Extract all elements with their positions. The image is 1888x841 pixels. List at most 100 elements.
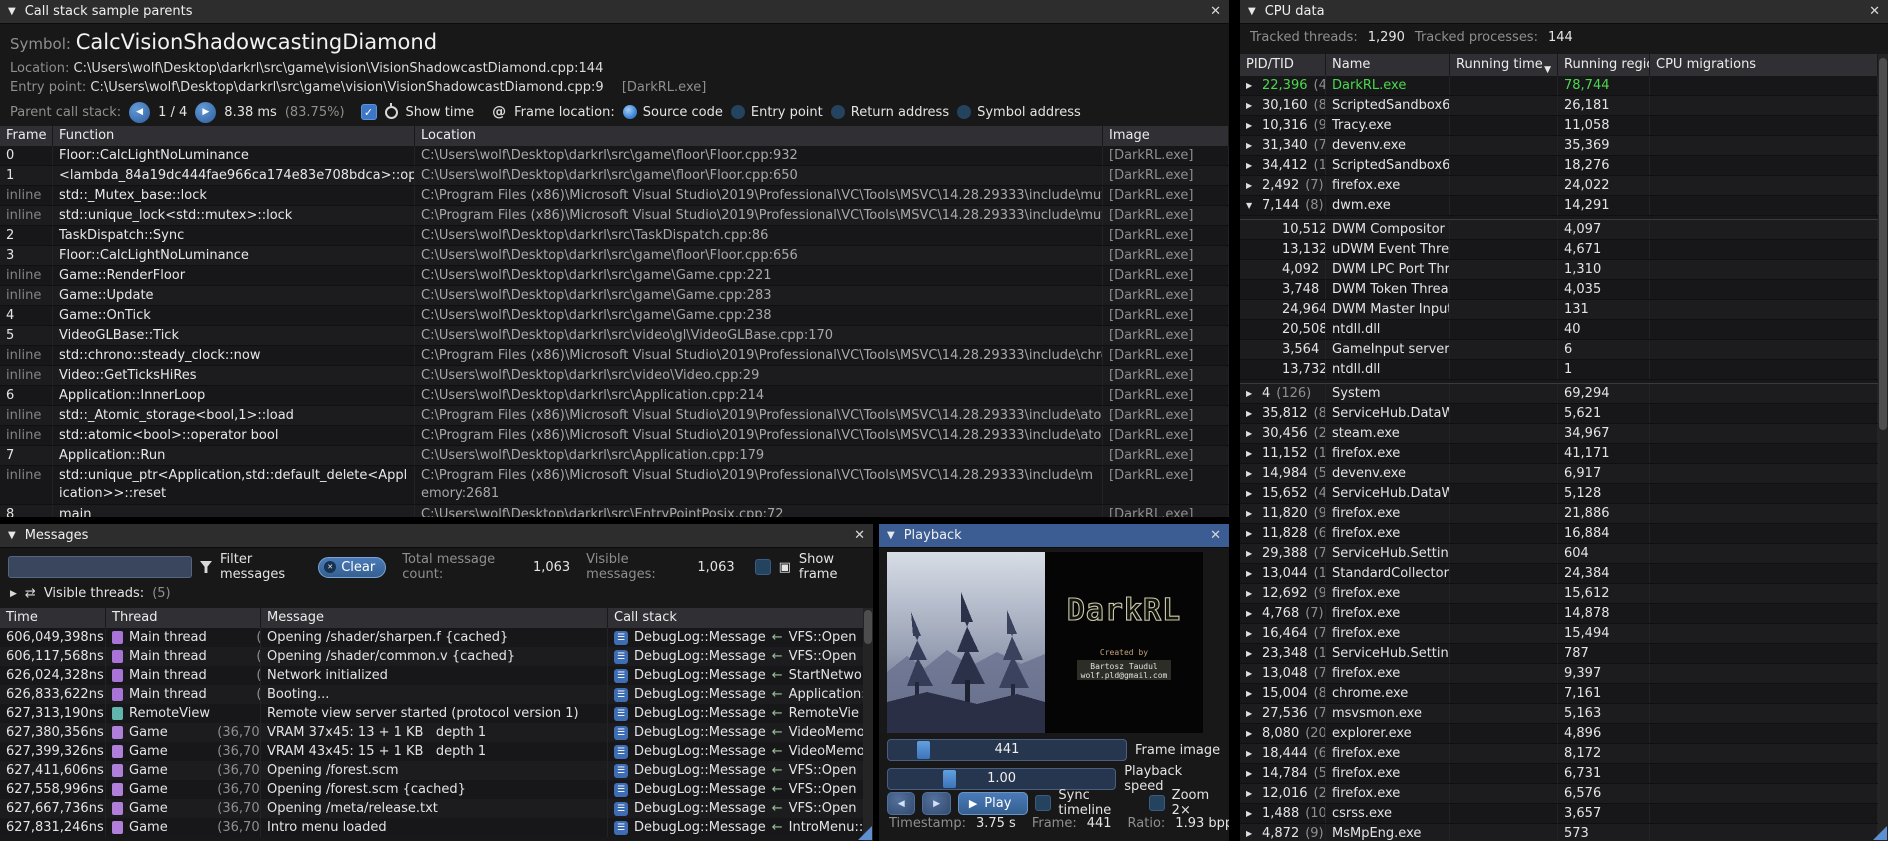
expand-icon[interactable]: ▶ (1246, 156, 1256, 175)
col-cpu-migrations[interactable]: CPU migrations (1650, 54, 1878, 76)
callstack-cell[interactable]: ☰ DebugLog::Message ← VFS::Open (608, 799, 873, 818)
cpu-row[interactable]: ▶ 29,388 (77) ServiceHub.SettingsHost 27… (1240, 544, 1878, 564)
col-time[interactable]: Time (0, 608, 106, 628)
cpu-row[interactable]: ▶ 23,348 (106) ServiceHub.SettingsHost 1… (1240, 644, 1878, 664)
cpu-row[interactable]: ▼ 7,144 (8) dwm.exe 1.66 s (7.18%) 14,29… (1240, 196, 1878, 216)
callstack-row[interactable]: 8 main C:\Users\wolf\Desktop\darkrl\src\… (0, 505, 1229, 517)
scrollbar-thumb[interactable] (864, 610, 872, 644)
message-row[interactable]: 627,831,246ns Game (36,704) Intro menu l… (0, 818, 873, 837)
expand-icon[interactable]: ▶ (1246, 464, 1256, 483)
callstack-row[interactable]: 3 Floor::CalcLightNoLuminance C:\Users\w… (0, 246, 1229, 266)
cpu-row[interactable]: ▶ 30,160 (84) ScriptedSandbox64.exe 2.51… (1240, 96, 1878, 116)
cpu-row[interactable]: ▶ 15,004 (8) chrome.exe 147 ms (0.64%) 7… (1240, 684, 1878, 704)
expand-icon[interactable]: ▶ (1246, 544, 1256, 563)
messages-scrollbar[interactable] (863, 608, 873, 841)
expand-icon[interactable]: ▶ (1246, 76, 1256, 95)
callstack-cell[interactable]: ☰ DebugLog::Message ← VFS::Open (608, 761, 873, 780)
callstack-row[interactable]: 1 <lambda_84a19dc444fae966ca174e83e708bd… (0, 166, 1229, 186)
cpu-row[interactable]: ▶ 31,340 (75) devenv.exe 1.91 s (8.26%) … (1240, 136, 1878, 156)
col-pid-tid[interactable]: PID/TID (1240, 54, 1326, 76)
expand-icon[interactable]: ▶ (1246, 504, 1256, 523)
cpu-row[interactable]: ▶ 35,812 (88) ServiceHub.DataWarehouseHo… (1240, 404, 1878, 424)
cpu-row[interactable]: 10,512 DWM Compositor Thread 1.53 s (6.6… (1240, 219, 1878, 240)
cpu-scrollbar[interactable] (1878, 54, 1888, 841)
col-running-time[interactable]: Running time▼ (1450, 54, 1558, 76)
expand-icon[interactable]: ▶ (1246, 564, 1256, 583)
message-row[interactable]: 606,117,568ns Main thread (31,596) Openi… (0, 647, 873, 666)
frame-image-slider[interactable]: 441 (887, 739, 1127, 761)
cpu-row[interactable]: 3,564 GameInput server 69.68 us (0.00%) … (1240, 340, 1878, 360)
frame-location-radio[interactable]: Symbol address (957, 105, 1081, 120)
cpu-row[interactable]: ▶ 30,456 (25) steam.exe 643.61 ms (2.79%… (1240, 424, 1878, 444)
col-frame[interactable]: Frame (0, 126, 53, 146)
callstack-cell[interactable]: ☰ DebugLog::Message ← VFS::Open (608, 628, 873, 647)
message-row[interactable]: 627,313,190ns RemoteView (31,392) Remote… (0, 704, 873, 723)
frame-location-radio[interactable]: Source code (623, 105, 723, 120)
cpu-row[interactable]: ▶ 10,316 (9) Tracy.exe 2.18 s (9.45%) 11… (1240, 116, 1878, 136)
cpu-row[interactable]: ▶ 2,492 (7) firefox.exe 1.71 s (7.42%) 2… (1240, 176, 1878, 196)
callstack-row[interactable]: 2 TaskDispatch::Sync C:\Users\wolf\Deskt… (0, 226, 1229, 246)
cpu-row[interactable]: ▶ 14,984 (50) devenv.exe 584.69 ms (2.53… (1240, 464, 1878, 484)
expand-icon[interactable]: ▶ (1246, 624, 1256, 643)
prev-parent-button[interactable]: ◀ (129, 102, 150, 123)
cpu-row[interactable]: ▶ 13,044 (10) StandardCollector.Service … (1240, 564, 1878, 584)
expand-icon[interactable]: ▶ (1246, 116, 1256, 135)
expand-icon[interactable]: ▶ (1246, 444, 1256, 463)
expand-icon[interactable]: ▶ (1246, 764, 1256, 783)
message-row[interactable]: 626,833,622ns Main thread (31,596) Booti… (0, 685, 873, 704)
sync-timeline-checkbox[interactable] (1035, 795, 1051, 811)
callstack-row[interactable]: inline std::unique_ptr<Application,std::… (0, 466, 1229, 505)
show-time-checkbox[interactable]: ✓ (361, 104, 377, 120)
expand-icon[interactable]: ▶ (1246, 424, 1256, 443)
collapse-icon[interactable]: ▼ (887, 530, 895, 541)
cpu-row[interactable]: ▶ 11,820 (9) firefox.exe 346.58 ms (1.50… (1240, 504, 1878, 524)
cpu-row[interactable]: 4,092 DWM LPC Port Thread 29.16 ms (0.13… (1240, 260, 1878, 280)
expand-icon[interactable]: ▶ (1246, 664, 1256, 683)
callstack-row[interactable]: inline std::atomic<bool>::operator bool … (0, 426, 1229, 446)
expand-icon[interactable]: ▶ (1246, 176, 1256, 195)
expand-icon[interactable]: ▶ (1246, 524, 1256, 543)
col-function[interactable]: Function (53, 126, 415, 146)
cpu-row[interactable]: 24,964 DWM Master Input Thread 5.03 ms (… (1240, 300, 1878, 320)
close-icon[interactable]: ✕ (854, 528, 865, 543)
close-icon[interactable]: ✕ (1210, 4, 1221, 19)
scrollbar-thumb[interactable] (1879, 58, 1887, 430)
callstack-row[interactable]: 6 Application::InnerLoop C:\Users\wolf\D… (0, 386, 1229, 406)
collapse-icon[interactable]: ▼ (1248, 6, 1256, 17)
callstack-row[interactable]: inline Game::RenderFloor C:\Users\wolf\D… (0, 266, 1229, 286)
collapse-icon[interactable]: ▼ (8, 530, 16, 541)
close-icon[interactable]: ✕ (1869, 4, 1880, 19)
cpu-row[interactable]: ▶ 15,652 (43) ServiceHub.DataWarehouseHo… (1240, 484, 1878, 504)
frame-location-radio[interactable]: Entry point (731, 105, 823, 120)
expand-icon[interactable]: ▶ (1246, 784, 1256, 803)
expand-icon[interactable]: ▶ (1246, 584, 1256, 603)
callstack-row[interactable]: 7 Application::Run C:\Users\wolf\Desktop… (0, 446, 1229, 466)
cpu-row[interactable]: 13,732 ntdll.dll 5.84 us (0.00%) 1 0 (0.… (1240, 360, 1878, 380)
cpu-row[interactable]: ▶ 11,152 (12) firefox.exe 632.15 ms (2.7… (1240, 444, 1878, 464)
callstack-row[interactable]: inline std::_Mutex_base::lock C:\Program… (0, 186, 1229, 206)
expand-icon[interactable]: ▶ (1246, 824, 1256, 841)
callstack-row[interactable]: inline std::chrono::steady_clock::now C:… (0, 346, 1229, 366)
message-row[interactable]: 627,667,736ns Game (36,704) Opening /met… (0, 799, 873, 818)
callstack-row[interactable]: 4 Game::OnTick C:\Users\wolf\Desktop\dar… (0, 306, 1229, 326)
cpu-row[interactable]: ▶ 27,536 (7) msvsmon.exe 133.45 ms (0.58… (1240, 704, 1878, 724)
col-callstack[interactable]: Call stack (608, 608, 873, 628)
message-row[interactable]: 606,049,398ns Main thread (31,596) Openi… (0, 628, 873, 647)
expand-icon[interactable]: ▶ (1246, 744, 1256, 763)
resize-grip[interactable] (858, 826, 872, 840)
cpu-row[interactable]: ▶ 12,016 (2) firefox.exe 84.89 ms (0.37%… (1240, 784, 1878, 804)
next-parent-button[interactable]: ▶ (195, 102, 216, 123)
frame-location-radio[interactable]: Return address (831, 105, 949, 120)
cpu-row[interactable]: ▶ 16,464 (7) firefox.exe 187 ms (0.81%) … (1240, 624, 1878, 644)
message-row[interactable]: 627,399,326ns Game (36,704) VRAM 43x45: … (0, 742, 873, 761)
callstack-cell[interactable]: ☰ DebugLog::Message ← IntroMenu:: (608, 818, 873, 837)
next-frame-button[interactable]: ▶ (922, 792, 950, 815)
callstack-cell[interactable]: ☰ DebugLog::Message ← VideoMemo (608, 723, 873, 742)
callstack-cell[interactable]: ☰ DebugLog::Message ← VideoMemo (608, 742, 873, 761)
expand-icon[interactable]: ▼ (1246, 196, 1256, 215)
callstack-row[interactable]: inline Video::GetTicksHiRes C:\Users\wol… (0, 366, 1229, 386)
close-icon[interactable]: ✕ (1210, 528, 1221, 543)
expand-icon[interactable]: ▶ (1246, 96, 1256, 115)
prev-frame-button[interactable]: ◀ (887, 792, 915, 815)
message-row[interactable]: 627,558,996ns Game (36,704) Opening /for… (0, 780, 873, 799)
